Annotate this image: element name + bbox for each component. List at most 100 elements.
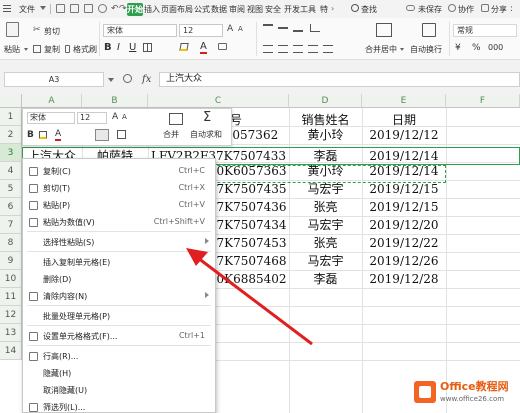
cell-d[interactable]: 张亮 <box>289 198 362 216</box>
align-right-icon[interactable] <box>293 45 303 53</box>
preview-icon[interactable] <box>98 4 107 13</box>
thousands-icon[interactable]: 000 <box>488 43 503 53</box>
unsaved-label[interactable]: 未保存 <box>418 3 442 16</box>
autosum-icon[interactable]: Σ <box>203 110 211 125</box>
context-menu-item[interactable]: 剪切(T) Ctrl+X <box>23 179 215 197</box>
justify-icon[interactable] <box>308 45 318 53</box>
align-middle-icon[interactable] <box>278 27 288 29</box>
row-header-8[interactable]: 8 <box>0 234 22 252</box>
cell-d[interactable]: 马宏宇 <box>289 216 362 234</box>
cell-d[interactable]: 黄小玲 <box>289 126 362 144</box>
tab-formulas[interactable]: 公式 <box>194 3 210 16</box>
context-menu-item[interactable]: 隐藏(H) <box>23 364 215 382</box>
collaborate-label[interactable]: 协作 <box>458 3 474 16</box>
currency-icon[interactable]: ¥ <box>455 43 461 53</box>
row-header-2[interactable]: 2 <box>0 126 22 144</box>
print-icon[interactable] <box>70 4 79 13</box>
merge-center-button[interactable]: 合并居中 <box>365 44 397 55</box>
context-menu-item[interactable]: 粘贴(P) Ctrl+V <box>23 196 215 214</box>
cell-e[interactable]: 2019/12/12 <box>362 126 446 144</box>
mini-merge-label[interactable]: 合并 <box>163 130 179 140</box>
mini-align-center-icon[interactable] <box>95 129 109 141</box>
column-header-b[interactable]: B <box>82 94 148 108</box>
underline-icon[interactable]: U <box>129 43 136 53</box>
row-header-4[interactable]: 4 <box>0 162 22 180</box>
tab-data[interactable]: 数据 <box>211 3 227 16</box>
font-name-select[interactable]: 宋体 <box>103 24 177 37</box>
mini-merge-icon[interactable] <box>169 113 183 125</box>
formula-input[interactable]: 上汽大众 <box>159 72 520 87</box>
mini-font-name[interactable]: 宋体 <box>27 112 75 124</box>
chevron-down-icon[interactable] <box>24 48 28 51</box>
cloud-icon[interactable] <box>406 5 415 11</box>
row-header-7[interactable]: 7 <box>0 216 22 234</box>
chevron-down-icon[interactable] <box>400 48 404 51</box>
context-menu-item[interactable]: 取消隐藏(U) <box>23 381 215 399</box>
cell-c[interactable]: 7K7507434 <box>214 216 289 234</box>
row-header-14[interactable]: 14 <box>0 342 22 360</box>
copy-button[interactable]: 复制 <box>44 44 60 55</box>
wrap-text-icon[interactable] <box>422 23 436 37</box>
cut-icon[interactable]: ✂ <box>33 26 41 35</box>
cell-e[interactable]: 2019/12/26 <box>362 252 446 270</box>
row-header-9[interactable]: 9 <box>0 252 22 270</box>
search-icon[interactable] <box>351 4 359 12</box>
row-header-10[interactable]: 10 <box>0 270 22 288</box>
mini-font-color-icon[interactable]: A <box>55 129 62 141</box>
number-format-select[interactable]: 常规 <box>453 24 517 37</box>
menu-file[interactable]: 文件 <box>16 3 38 16</box>
mini-fill-icon[interactable] <box>39 131 47 139</box>
row-header-5[interactable]: 5 <box>0 180 22 198</box>
tab-special[interactable]: 特 <box>319 3 329 16</box>
paste-button[interactable]: 粘贴 <box>4 44 20 55</box>
column-header-c[interactable]: C <box>148 94 289 108</box>
chevron-down-icon[interactable] <box>40 6 46 10</box>
mini-bold-icon[interactable]: B <box>27 130 34 140</box>
italic-icon[interactable]: I <box>117 43 120 53</box>
fill-color-icon[interactable] <box>179 43 189 51</box>
row-header-1[interactable]: 1 <box>0 108 22 126</box>
tab-review[interactable]: 审阅 <box>229 3 245 16</box>
wrap-text-button[interactable]: 自动换行 <box>410 44 442 55</box>
column-header-e[interactable]: E <box>362 94 446 108</box>
cell-e[interactable]: 2019/12/22 <box>362 234 446 252</box>
share-icon[interactable] <box>481 4 489 12</box>
row-header-13[interactable]: 13 <box>0 324 22 342</box>
bold-icon[interactable]: B <box>104 43 112 53</box>
chevron-down-icon[interactable] <box>108 78 114 82</box>
zoom-icon[interactable] <box>123 74 132 83</box>
context-menu-item[interactable]: 复制(C) Ctrl+C <box>23 162 215 180</box>
merge-center-icon[interactable] <box>376 23 392 37</box>
font-shrink-icon[interactable]: A <box>238 26 243 33</box>
percent-icon[interactable]: % <box>472 43 481 53</box>
row-header-6[interactable]: 6 <box>0 198 22 216</box>
cell-e[interactable]: 2019/12/20 <box>362 216 446 234</box>
tab-view[interactable]: 视图 <box>247 3 263 16</box>
chevron-right-icon[interactable]: › <box>331 5 334 13</box>
font-color-icon[interactable]: A <box>200 42 207 54</box>
cell-e[interactable]: 2019/12/28 <box>362 270 446 288</box>
font-grow-icon[interactable]: A <box>227 25 233 34</box>
mini-border-icon[interactable] <box>117 130 126 139</box>
align-center-icon[interactable] <box>278 45 288 53</box>
tab-developer[interactable]: 开发工具 <box>284 3 316 16</box>
tab-insert[interactable]: 插入 <box>144 3 160 16</box>
cell-d3[interactable]: 李磊 <box>289 147 362 165</box>
cut-button[interactable]: 剪切 <box>44 26 60 37</box>
orientation-icon[interactable] <box>310 24 320 32</box>
cell-e[interactable]: 2019/12/15 <box>362 198 446 216</box>
align-left-icon[interactable] <box>263 45 273 53</box>
share-label[interactable]: 分享 <box>491 3 507 16</box>
mini-font-grow-icon[interactable]: A <box>112 112 118 122</box>
undo-icon[interactable]: ↶ <box>111 5 119 14</box>
copy-icon[interactable] <box>33 45 41 53</box>
column-header-f[interactable]: F <box>446 94 520 108</box>
mini-font-size[interactable]: 12 <box>77 112 107 124</box>
tab-security[interactable]: 安全 <box>265 3 281 16</box>
tab-start[interactable]: 开始 <box>127 3 143 16</box>
export-icon[interactable] <box>84 4 93 13</box>
mini-font-shrink-icon[interactable]: A <box>122 113 127 122</box>
more-icon[interactable]: : <box>510 3 513 15</box>
collaborate-icon[interactable] <box>448 4 456 12</box>
font-size-select[interactable]: 12 <box>179 24 223 37</box>
